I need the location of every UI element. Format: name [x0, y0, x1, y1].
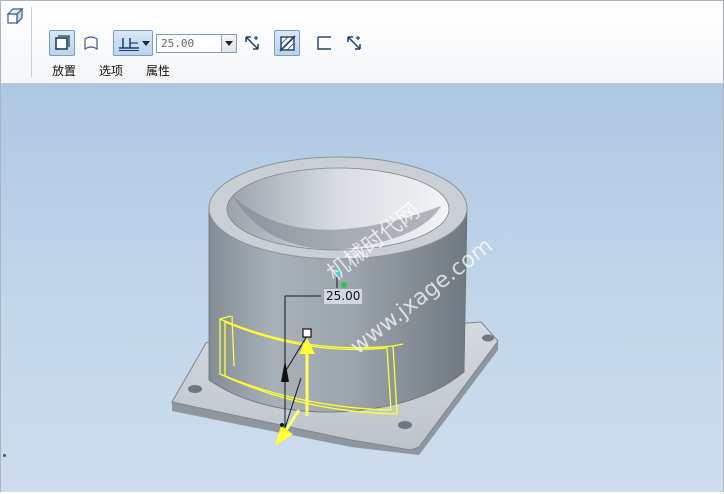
drag-handle[interactable] — [283, 371, 287, 375]
remove-material-button[interactable] — [274, 30, 300, 56]
toolbar-separator — [31, 7, 32, 77]
blind-depth-icon — [117, 34, 141, 52]
graphics-window[interactable]: 25.00 机械时代网 www.jxage.com — [0, 83, 724, 492]
extrude-dashboard: 放置 选项 属性 — [0, 0, 724, 84]
flip-thicken-side-button[interactable] — [343, 30, 365, 56]
chevron-down-icon — [141, 39, 150, 47]
surface-icon — [82, 34, 100, 52]
tab-options[interactable]: 选项 — [99, 62, 123, 79]
solid-icon — [53, 34, 71, 52]
application-window: 放置 选项 属性 — [0, 0, 724, 494]
bolt-hole — [482, 334, 494, 342]
depth-value-dropdown-button[interactable] — [221, 35, 236, 52]
thicken-sketch-button[interactable] — [313, 30, 335, 56]
depth-value-combobox[interactable] — [156, 34, 237, 53]
tab-properties[interactable]: 属性 — [146, 62, 170, 79]
bolt-hole — [398, 421, 412, 429]
viewport-edge-mark — [3, 454, 6, 457]
flip-thicken-icon — [345, 34, 363, 52]
flip-direction-icon — [243, 34, 261, 52]
depth-dimension-value[interactable]: 25.00 — [323, 288, 364, 305]
bolt-hole — [188, 385, 202, 393]
tab-placement[interactable]: 放置 — [52, 62, 76, 79]
surface-button[interactable] — [79, 30, 103, 56]
depth-option-dropdown[interactable] — [113, 30, 153, 56]
extrude-feature-icon — [4, 5, 26, 27]
drag-handle[interactable] — [280, 423, 284, 427]
remove-material-icon — [277, 33, 297, 53]
thicken-icon — [315, 34, 333, 52]
solid-button[interactable] — [49, 30, 75, 56]
chevron-down-icon — [225, 41, 233, 46]
flip-depth-direction-button[interactable] — [241, 30, 263, 56]
drag-handle[interactable] — [302, 328, 312, 338]
depth-value-input[interactable] — [157, 35, 221, 52]
